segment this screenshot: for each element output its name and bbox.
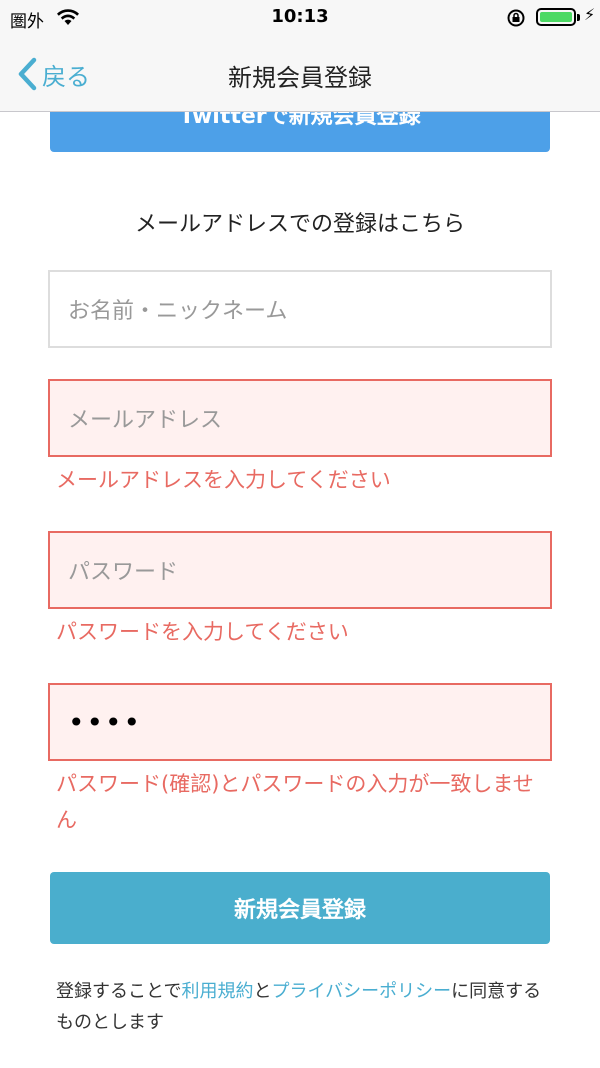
privacy-policy-link[interactable]: プライバシーポリシー [271,981,451,1002]
register-button[interactable]: 新規会員登録 [50,872,550,944]
password-placeholder: パスワード [68,560,179,585]
email-error-message: メールアドレスを入力してください [56,468,391,492]
battery-icon [536,8,576,26]
navigation-bar: 戻る 新規会員登録 [0,38,600,112]
email-signup-heading: メールアドレスでの登録はこちら [134,212,465,237]
battery-tip [577,14,580,21]
terms-of-service-link[interactable]: 利用規約 [181,981,253,1002]
terms-middle: と [253,981,272,1002]
page-title: 新規会員登録 [228,64,372,92]
email-input[interactable]: メールアドレス [48,379,552,457]
password-confirm-value: •••• [68,705,143,739]
terms-notice: 登録することで利用規約とプライバシーポリシーに同意するものとします [56,976,556,1038]
nickname-input[interactable]: お名前・ニックネーム [48,270,552,348]
terms-prefix: 登録することで [56,981,182,1002]
password-confirm-error-message: パスワード(確認)とパスワードの入力が一致しません [56,772,534,832]
rotation-lock-icon [507,9,525,27]
register-screen: 圏外 10:13 ⚡ Twitterで新規会員登録 戻る 新規会員登録 メールア… [0,0,600,1068]
password-error-message: パスワードを入力してください [56,620,349,644]
charging-bolt-icon: ⚡ [584,5,596,24]
password-input[interactable]: パスワード [48,531,552,609]
status-bar: 圏外 10:13 ⚡ [0,0,600,38]
password-confirm-input[interactable]: •••• [48,683,552,761]
email-placeholder: メールアドレス [68,408,223,433]
nickname-placeholder: お名前・ニックネーム [68,299,288,324]
register-button-label: 新規会員登録 [233,898,366,923]
